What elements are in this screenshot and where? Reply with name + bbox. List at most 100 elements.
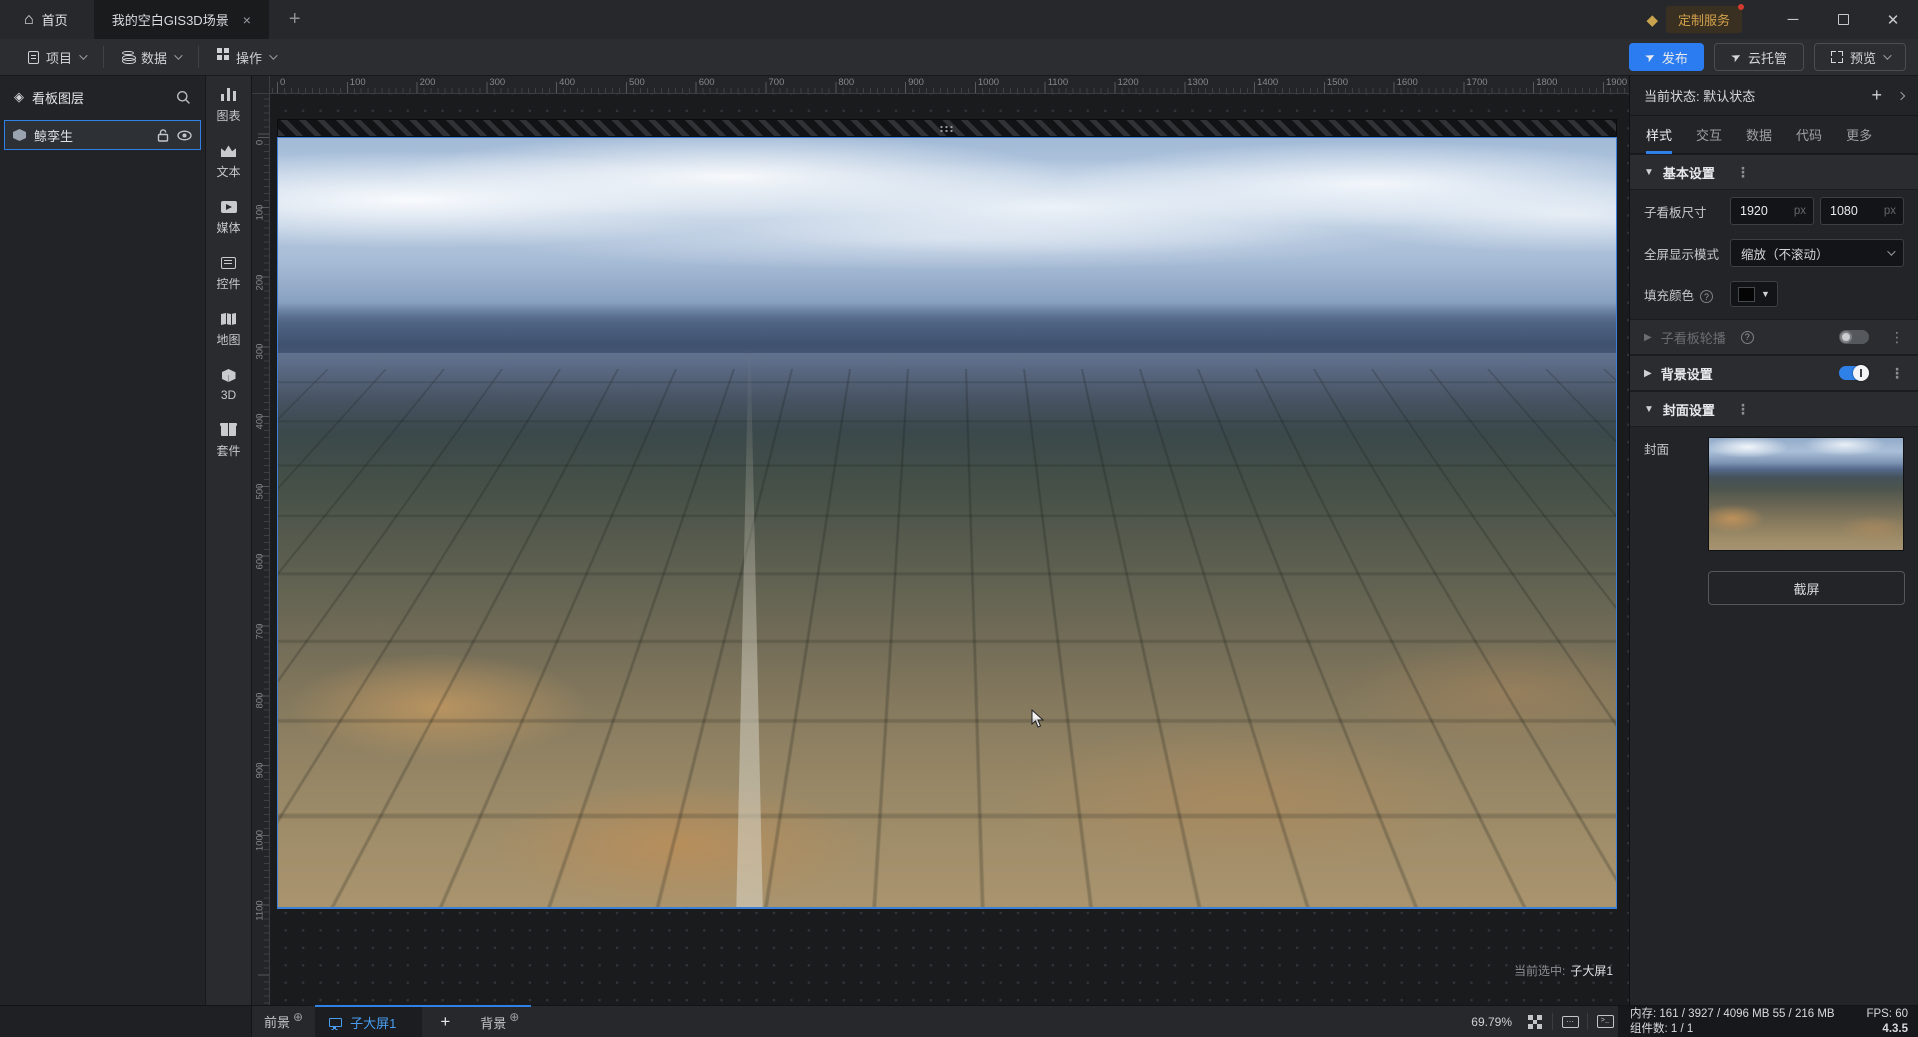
menu-item-project[interactable]: 项目: [10, 46, 104, 68]
subscreen-drag-handle[interactable]: [277, 119, 1617, 137]
toolbox-item-icon: [227, 88, 230, 101]
toolbox-item-icon: [221, 257, 236, 269]
toolbox-items: 图表 文本 媒体 控件: [206, 88, 251, 459]
bottom-bar: 前景 ⊕ 子大屏1 + 背景 ⊕ 69.79% ⋯ >_ 内存: 161 / 3…: [0, 1005, 1918, 1037]
minimize-button[interactable]: ─: [1768, 0, 1818, 39]
chevron-right-icon[interactable]: [1897, 91, 1905, 99]
custom-service-button[interactable]: 定制服务: [1666, 6, 1742, 33]
close-button[interactable]: ✕: [1868, 0, 1918, 39]
color-swatch: [1738, 287, 1755, 302]
carousel-toggle[interactable]: [1839, 330, 1869, 344]
ruler-label: 1400: [1257, 77, 1278, 88]
tool-charts[interactable]: 图表: [206, 88, 251, 124]
subboard-size-row: 子看板尺寸 1920 px 1080 px: [1630, 190, 1918, 232]
section-menu-icon[interactable]: ⋮: [1890, 329, 1904, 346]
cover-thumbnail: [1708, 437, 1904, 551]
memory-label: 内存:: [1630, 1007, 1656, 1022]
section-background-settings[interactable]: ▶ 背景设置 ⋮: [1630, 355, 1918, 391]
section-carousel[interactable]: ▶ 子看板轮播 ? ⋮: [1630, 319, 1918, 355]
gis-3d-scene[interactable]: [277, 137, 1617, 909]
background-label: 背景: [480, 1013, 506, 1032]
new-tab-button[interactable]: +: [269, 0, 321, 39]
screenshot-button[interactable]: 截屏: [1708, 571, 1905, 605]
search-icon[interactable]: [176, 90, 191, 105]
inspector-tab-style[interactable]: 样式: [1646, 116, 1672, 153]
shortcut-keys-button[interactable]: ⋯: [1557, 1006, 1583, 1037]
fullscreen-mode-select[interactable]: 缩放（不滚动）: [1730, 239, 1904, 267]
width-input[interactable]: 1920 px: [1730, 197, 1814, 225]
background-button[interactable]: 背景 ⊕: [468, 1007, 531, 1037]
screen-icon: [329, 1018, 342, 1027]
tool-map[interactable]: 地图: [206, 313, 251, 348]
canvas-area[interactable]: 0100200300400500600700800900100011001200…: [252, 76, 1630, 1005]
tool-kits[interactable]: 套件: [206, 423, 251, 459]
home-button[interactable]: ⌂ 首页: [0, 0, 94, 39]
eye-icon[interactable]: [177, 130, 192, 141]
tab-close-icon[interactable]: ×: [243, 12, 251, 28]
section-menu-icon[interactable]: ⋮: [1736, 401, 1750, 418]
horizontal-ruler: 0100200300400500600700800900100011001200…: [270, 76, 1629, 94]
tool-media[interactable]: 媒体: [206, 201, 251, 236]
publish-label: 发布: [1662, 48, 1688, 67]
tool-text[interactable]: 文本: [206, 145, 251, 180]
ruler-label: 1700: [1466, 77, 1487, 88]
fill-color-controls: ▼: [1730, 281, 1904, 307]
foreground-button[interactable]: 前景 ⊕: [252, 1006, 315, 1037]
inspector-tab-more[interactable]: 更多: [1846, 116, 1872, 153]
add-circle-icon[interactable]: ⊕: [293, 1010, 303, 1024]
menu-item-operate[interactable]: 操作: [199, 46, 293, 68]
help-icon[interactable]: ?: [1700, 290, 1713, 303]
ruler-label: 0: [255, 131, 266, 155]
background-toggle[interactable]: [1839, 366, 1869, 380]
section-title: 背景设置: [1661, 364, 1713, 383]
section-menu-icon[interactable]: ⋮: [1890, 365, 1904, 382]
subscreen-tab-label: 子大屏1: [350, 1013, 396, 1032]
cover-row: 封面: [1630, 427, 1918, 561]
add-subscreen-button[interactable]: +: [422, 1007, 468, 1037]
restore-icon: [1838, 14, 1849, 25]
inspector-tab-interaction[interactable]: 交互: [1696, 116, 1722, 153]
keyboard-icon: ⋯: [1562, 1016, 1579, 1028]
inspector-tab-code[interactable]: 代码: [1796, 116, 1822, 153]
menu-items: 项目 数据 操作: [10, 46, 293, 68]
section-basic-settings[interactable]: ▼ 基本设置 ⋮: [1630, 154, 1918, 190]
section-menu-icon[interactable]: ⋮: [1736, 164, 1750, 181]
publish-button[interactable]: ➤ 发布: [1629, 43, 1704, 71]
window-tab-bar: ⌂ 首页 我的空白GIS3D场景 × + ◆ 定制服务 ─ ✕: [0, 0, 1918, 39]
add-circle-icon[interactable]: ⊕: [509, 1010, 519, 1024]
ruler-label: 300: [255, 340, 266, 364]
help-icon[interactable]: ?: [1741, 331, 1754, 344]
ruler-label: 1100: [255, 898, 266, 922]
drag-grip-icon: [939, 125, 955, 132]
cloud-hosting-button[interactable]: ➤ 云托管: [1714, 43, 1804, 71]
fill-color-picker[interactable]: ▼: [1730, 281, 1778, 307]
subscreen-tab[interactable]: 子大屏1: [315, 1007, 422, 1037]
layer-item-label: 鲸孪生: [34, 126, 149, 145]
ruler-label: 1000: [978, 77, 999, 88]
ruler-label: 400: [255, 410, 266, 434]
scene-tab[interactable]: 我的空白GIS3D场景 ×: [94, 0, 269, 39]
restore-button[interactable]: [1818, 0, 1868, 39]
canvas-viewport[interactable]: 当前选中:子大屏1: [270, 94, 1629, 1005]
menu-item-icon: [217, 48, 222, 53]
console-button[interactable]: >_: [1592, 1006, 1618, 1037]
section-title: 封面设置: [1663, 400, 1715, 419]
add-state-button[interactable]: +: [1871, 85, 1882, 106]
zoom-level[interactable]: 69.79%: [1461, 1006, 1522, 1037]
preview-button[interactable]: 预览: [1814, 43, 1906, 71]
layer-item-jingtwin[interactable]: 鲸孪生: [4, 120, 201, 150]
unlock-icon[interactable]: [157, 129, 169, 142]
subboard-size-controls: 1920 px 1080 px: [1730, 197, 1904, 225]
height-input[interactable]: 1080 px: [1820, 197, 1904, 225]
chevron-down-icon: ▼: [1761, 289, 1770, 299]
tool-widgets[interactable]: 控件: [206, 257, 251, 292]
ruler-label: 1200: [1117, 77, 1138, 88]
tool-3d[interactable]: 3D: [206, 369, 251, 402]
menu-item-data[interactable]: 数据: [104, 46, 199, 68]
fill-color-row: 填充颜色? ▼: [1630, 274, 1918, 319]
gem-icon: ◆: [1646, 11, 1658, 29]
fit-view-button[interactable]: [1522, 1006, 1548, 1037]
section-cover-settings[interactable]: ▼ 封面设置 ⋮: [1630, 391, 1918, 427]
inspector-tab-data[interactable]: 数据: [1746, 116, 1772, 153]
toolbox-item-label: 套件: [216, 442, 240, 459]
